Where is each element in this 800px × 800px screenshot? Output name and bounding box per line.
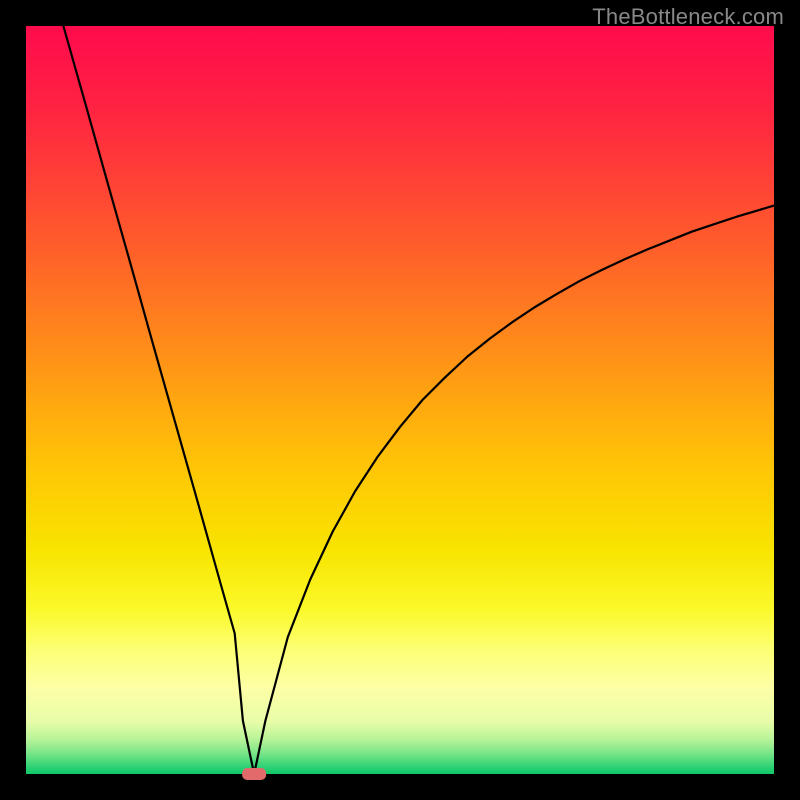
optimum-marker: [242, 768, 266, 780]
plot-background: [26, 26, 774, 774]
chart-svg: [0, 0, 800, 800]
watermark-text: TheBottleneck.com: [592, 4, 784, 30]
bottleneck-chart: TheBottleneck.com: [0, 0, 800, 800]
